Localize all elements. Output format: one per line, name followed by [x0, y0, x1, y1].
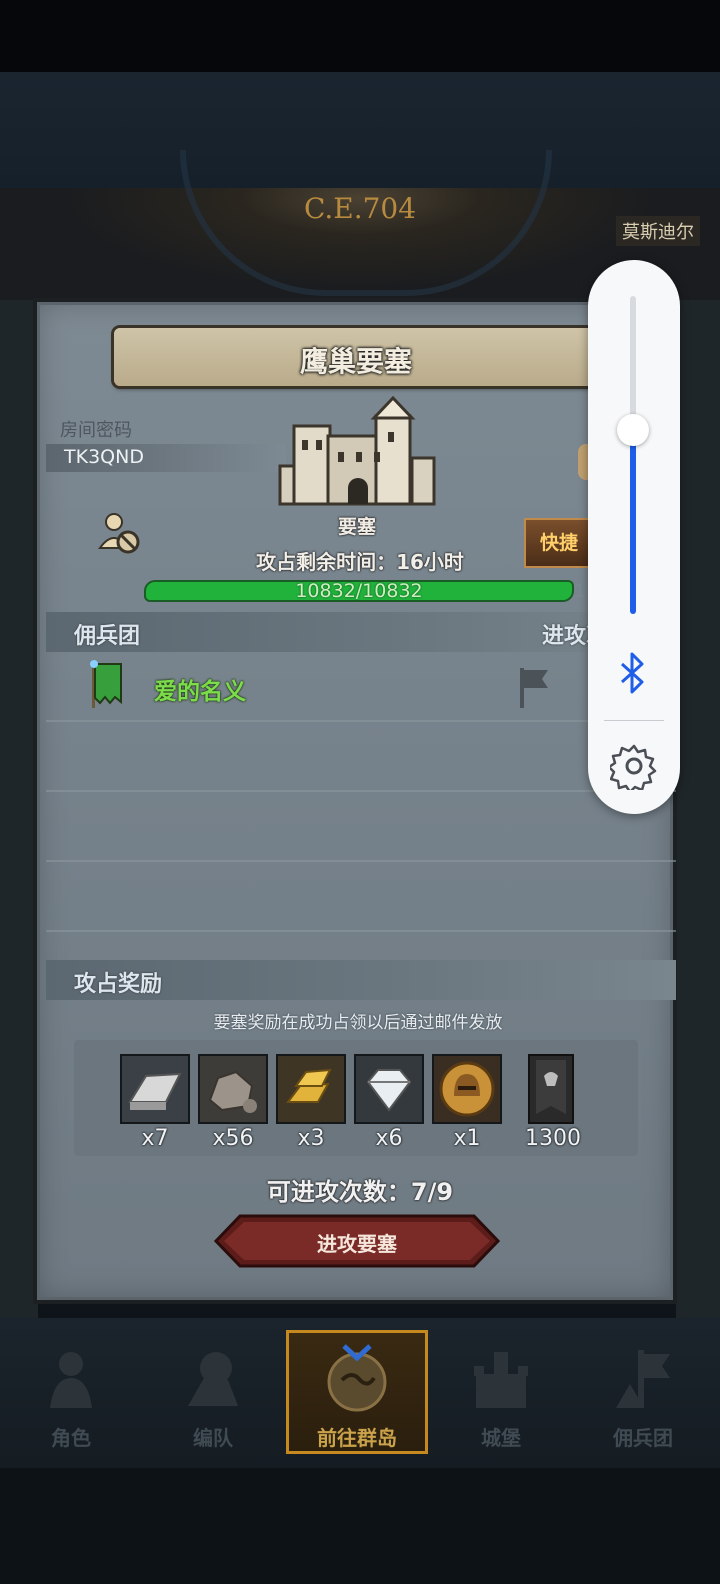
room-password-label: 房间密码: [60, 420, 132, 441]
gold-bars-icon[interactable]: [276, 1054, 346, 1124]
nav-label: 佣兵团: [613, 1426, 673, 1450]
guild-name[interactable]: 爱的名义: [154, 672, 246, 706]
nav-item-castle[interactable]: 城堡: [430, 1330, 572, 1454]
reward-count: 1300: [525, 1126, 581, 1151]
row-divider: [46, 720, 676, 722]
region-label: 莫斯迪尔: [616, 216, 700, 246]
fortress-hp-text: 10832/10832: [295, 580, 423, 602]
reward-count: x3: [297, 1126, 325, 1151]
castle-icon: [474, 1352, 528, 1408]
gear-icon[interactable]: [610, 742, 658, 790]
diamond-icon[interactable]: [354, 1054, 424, 1124]
bottom-background: [0, 1468, 720, 1584]
row-divider: [46, 930, 676, 932]
fortress-label: 要塞: [337, 516, 376, 538]
helmet-medal-icon[interactable]: [432, 1054, 502, 1124]
reward-count: x6: [375, 1126, 403, 1151]
mercenary-section-title: 佣兵团: [74, 624, 141, 649]
nav-item-mercenary[interactable]: 佣兵团: [572, 1330, 714, 1454]
reward-note: 要塞奖励在成功占领以后通过邮件发放: [213, 1013, 503, 1033]
reward-count: x7: [141, 1126, 169, 1151]
hp-right-text: 1: [574, 580, 587, 602]
row-divider: [46, 790, 676, 792]
nav-item-islands[interactable]: 前往群岛: [286, 1330, 428, 1454]
mercenary-icon: [616, 1350, 670, 1408]
panel-title: 鹰巢要塞: [299, 345, 412, 378]
leave-user-icon[interactable]: [96, 510, 142, 556]
right-side-background: [676, 300, 720, 1320]
fortress-icon: [278, 396, 436, 506]
flag-icon: [520, 668, 548, 708]
era-label: C.E.704: [303, 192, 417, 225]
bluetooth-icon[interactable]: [614, 650, 650, 696]
reward-count: x1: [453, 1126, 481, 1151]
formation-icon: [188, 1352, 238, 1406]
quick-button-label: 快捷: [540, 532, 579, 554]
guild-banner-icon: [90, 660, 122, 708]
nav-label: 角色: [51, 1426, 91, 1450]
nav-label: 城堡: [481, 1426, 521, 1450]
stone-ore-icon[interactable]: [198, 1054, 268, 1124]
nav-label: 前往群岛: [317, 1426, 397, 1450]
knight-icon: [50, 1352, 92, 1408]
islands-icon: [327, 1344, 387, 1412]
attack-button-label: 进攻要塞: [317, 1232, 397, 1256]
nav-item-role[interactable]: 角色: [0, 1330, 142, 1454]
status-bar-area: [0, 0, 720, 72]
remaining-time: 攻占剩余时间：16小时: [256, 550, 464, 574]
volume-divider: [604, 720, 664, 721]
room-password-value[interactable]: TK3QND: [64, 446, 144, 468]
nav-label: 编队: [193, 1426, 233, 1450]
reward-section-title: 攻占奖励: [74, 972, 163, 997]
silver-ingot-icon[interactable]: [120, 1054, 190, 1124]
remaining-attacks: 可进攻次数：7/9: [266, 1178, 454, 1206]
banner-icon[interactable]: [528, 1054, 574, 1124]
nav-item-formation[interactable]: 编队: [142, 1330, 284, 1454]
reward-count: x56: [212, 1126, 254, 1151]
volume-slider-handle[interactable]: [617, 414, 649, 446]
volume-level-fill: [630, 430, 636, 614]
row-divider: [46, 860, 676, 862]
